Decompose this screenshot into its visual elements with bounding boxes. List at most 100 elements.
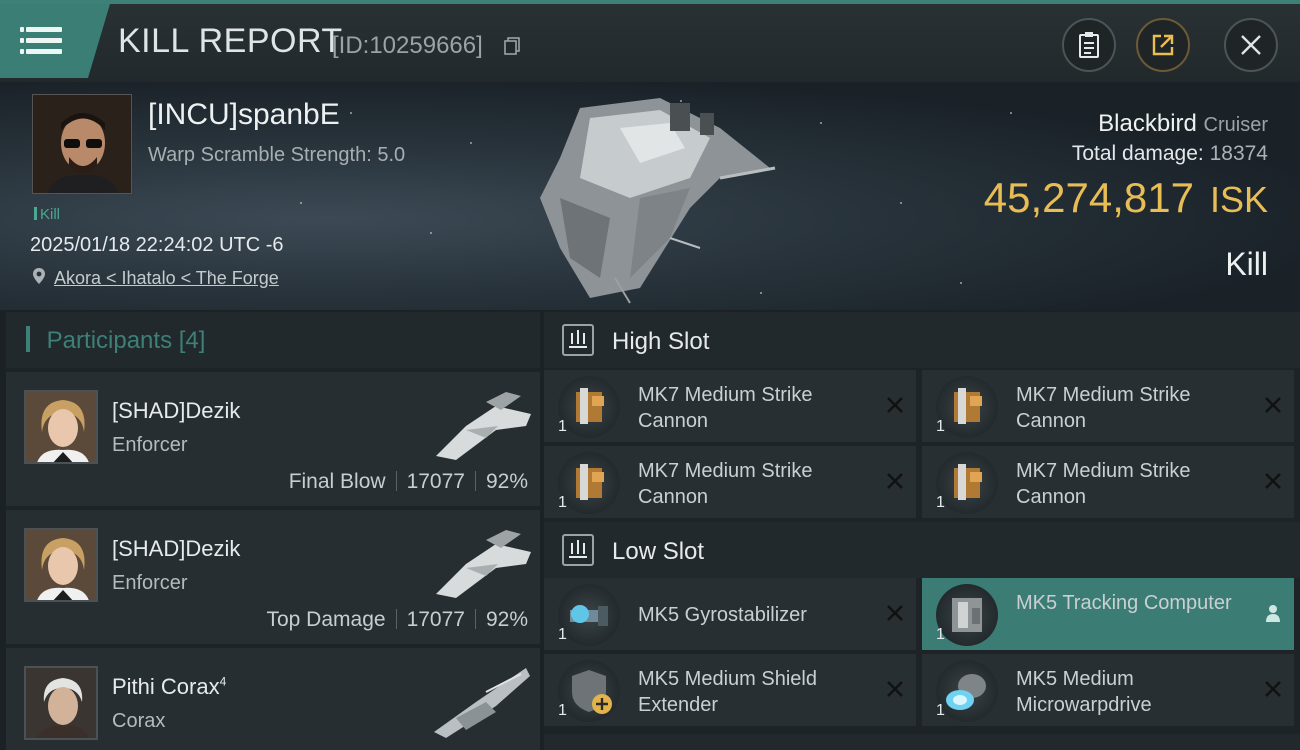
page-title: KILL REPORT	[118, 22, 343, 60]
module-name: MK5 Medium Shield Extender	[638, 668, 817, 716]
total-damage-label: Total damage:	[1071, 142, 1204, 165]
participant-name-superscript: 4	[219, 674, 227, 689]
cannon-module-icon	[936, 452, 998, 514]
module-item-selected[interactable]: 1 MK5 Tracking Computer	[922, 578, 1294, 650]
participant-stats: Final Blow 17077 92%	[289, 470, 528, 494]
participant-role: Top Damage	[266, 608, 386, 631]
participant-role: Final Blow	[288, 470, 386, 493]
destroyed-x-icon	[1265, 473, 1281, 489]
close-button[interactable]	[1224, 18, 1278, 72]
isk-unit: ISK	[1209, 179, 1268, 220]
module-quantity: 1	[936, 418, 945, 435]
module-name: MK7 Medium Strike Cannon	[1016, 460, 1191, 508]
next-slot-header-partial	[544, 734, 1300, 750]
clipboard-button[interactable]	[1062, 18, 1116, 72]
module-item[interactable]: 1 MK5 Medium Microwarpdrive	[922, 654, 1294, 726]
participant-card[interactable]: Pithi Corax4 Corax	[6, 648, 540, 750]
module-item[interactable]: 1 MK7 Medium Strike Cannon	[544, 370, 916, 442]
high-slot-label: High Slot	[612, 328, 710, 355]
gyrostabilizer-icon	[558, 584, 620, 646]
isk-amount: 45,274,817	[983, 174, 1194, 221]
participant-avatar	[24, 528, 98, 602]
menu-button[interactable]	[0, 4, 110, 78]
participant-name[interactable]: [SHAD]Dezik	[112, 536, 240, 562]
kill-timestamp: 2025/01/18 22:24:02 UTC -6	[30, 234, 284, 256]
cannon-module-icon	[558, 452, 620, 514]
total-damage-value: 18374	[1209, 142, 1268, 165]
module-quantity: 1	[558, 494, 567, 511]
low-slot-icon	[562, 534, 594, 566]
warp-scramble-strength: Warp Scramble Strength: 5.0	[148, 144, 406, 166]
participant-avatar	[24, 390, 98, 464]
shield-extender-icon	[558, 660, 620, 722]
cannon-module-icon	[936, 376, 998, 438]
participant-ship: Enforcer	[112, 434, 188, 456]
destroyed-x-icon	[887, 605, 903, 621]
participants-count: [4]	[178, 327, 206, 354]
participant-ship: Corax	[112, 710, 166, 732]
location-pin-icon	[33, 268, 45, 284]
module-quantity: 1	[558, 418, 567, 435]
module-name: MK5 Medium Microwarpdrive	[1016, 668, 1152, 716]
module-name: MK7 Medium Strike Cannon	[638, 384, 813, 432]
copy-icon[interactable]	[504, 37, 520, 55]
participant-avatar	[24, 666, 98, 740]
total-damage: Total damage: 18374	[1072, 142, 1268, 166]
ship-class: Cruiser	[1203, 114, 1268, 136]
participant-card[interactable]: [SHAD]Dezik Enforcer Top Damage 17077 92%	[6, 510, 540, 644]
participants-header: Participants [4]	[6, 312, 540, 368]
participant-damage-pct: 92%	[485, 470, 528, 493]
header-bar: KILL REPORT [ID:10259666]	[0, 0, 1300, 82]
low-slot-label: Low Slot	[612, 538, 705, 565]
participant-ship-image	[436, 530, 531, 598]
tracking-computer-icon	[936, 584, 998, 646]
module-item[interactable]: 1 MK7 Medium Strike Cannon	[544, 446, 916, 518]
high-slot-header: High Slot	[544, 312, 1300, 368]
participant-damage: 17077	[406, 470, 465, 493]
share-button[interactable]	[1136, 18, 1190, 72]
module-quantity: 1	[936, 494, 945, 511]
high-slot-icon	[562, 324, 594, 356]
isk-value: 45,274,817 ISK	[984, 174, 1268, 222]
module-quantity: 1	[558, 702, 567, 719]
participants-panel: Participants [4] [SHAD]Dezik Enforcer Fi…	[6, 312, 540, 750]
destroyed-x-icon	[887, 397, 903, 413]
participants-title: Participants [4]	[26, 326, 206, 355]
participant-ship-image	[436, 392, 531, 460]
destroyed-x-icon	[887, 473, 903, 489]
module-quantity: 1	[558, 626, 567, 643]
header-accent-line	[0, 0, 1300, 4]
ship-name: Blackbird	[1098, 110, 1197, 137]
module-item[interactable]: 1 MK7 Medium Strike Cannon	[922, 446, 1294, 518]
destroyed-x-icon	[1265, 681, 1281, 697]
module-quantity: 1	[936, 626, 945, 643]
participant-ship: Enforcer	[112, 572, 188, 594]
participant-stats: Top Damage 17077 92%	[266, 608, 528, 632]
module-item[interactable]: 1 MK5 Medium Shield Extender	[544, 654, 916, 726]
module-item[interactable]: 1 MK7 Medium Strike Cannon	[922, 370, 1294, 442]
victim-name[interactable]: [INCU]spanbE	[148, 98, 340, 132]
module-name: MK5 Gyrostabilizer	[638, 604, 807, 626]
share-icon	[1152, 34, 1174, 56]
kill-result: Kill	[1225, 246, 1268, 282]
victim-hero: [INCU]spanbE Warp Scramble Strength: 5.0…	[0, 82, 1300, 310]
location-link[interactable]: Akora < Ihatalo < The Forge	[54, 268, 279, 289]
participant-damage: 17077	[406, 608, 465, 631]
participant-name-text: Pithi Corax	[112, 674, 220, 699]
low-slot-header: Low Slot	[544, 522, 1300, 578]
destroyed-x-icon	[1265, 397, 1281, 413]
clipboard-icon	[1079, 32, 1099, 58]
dropped-person-icon	[1266, 605, 1280, 622]
victim-avatar[interactable]	[32, 94, 132, 194]
report-id: [ID:10259666]	[332, 32, 483, 59]
participant-card[interactable]: [SHAD]Dezik Enforcer Final Blow 17077 92%	[6, 372, 540, 506]
participants-label: Participants	[46, 327, 173, 354]
participant-name[interactable]: Pithi Corax4	[112, 674, 226, 700]
victim-ship-image[interactable]	[520, 88, 790, 308]
fitting-panel: High Slot 1 MK7 Medium Strike Cannon 1 M…	[544, 312, 1300, 750]
victim-ship-name[interactable]: Blackbird Cruiser	[1098, 110, 1268, 138]
participant-name[interactable]: [SHAD]Dezik	[112, 398, 240, 424]
microwarpdrive-icon	[936, 660, 998, 722]
module-item[interactable]: 1 MK5 Gyrostabilizer	[544, 578, 916, 650]
module-name: MK7 Medium Strike Cannon	[638, 460, 813, 508]
